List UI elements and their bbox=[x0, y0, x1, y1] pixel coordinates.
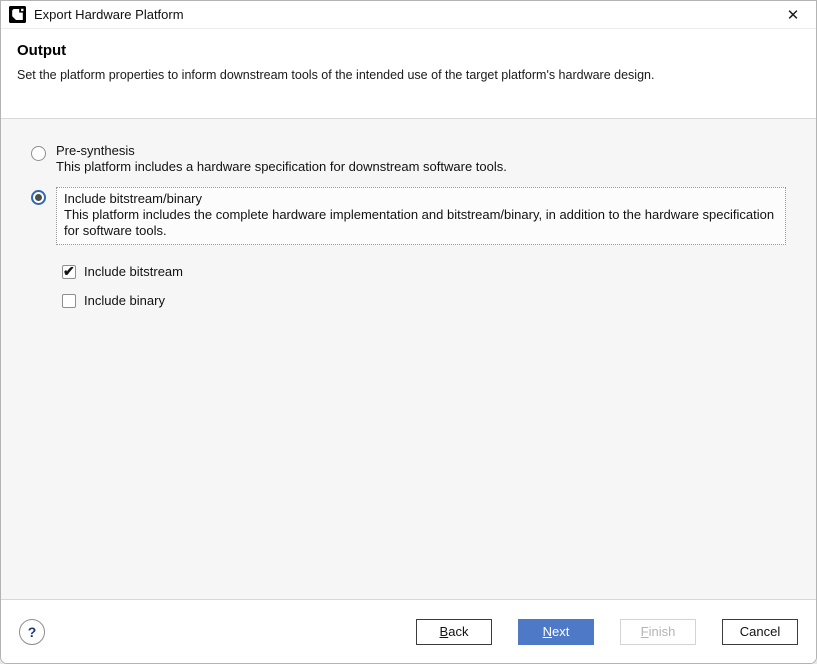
wizard-content: Pre-synthesis This platform includes a h… bbox=[1, 119, 816, 599]
option-label: Include bitstream/binary bbox=[64, 191, 777, 207]
checkbox-unchecked-icon[interactable]: ✔ bbox=[62, 294, 76, 308]
checkbox-group: ✔ Include bitstream ✔ Include binary bbox=[62, 264, 786, 308]
checkbox-checked-icon[interactable]: ✔ bbox=[62, 265, 76, 279]
option-description: This platform includes a hardware specif… bbox=[56, 159, 507, 175]
checkmark-icon: ✔ bbox=[63, 263, 75, 280]
footer-buttons: Back Next Finish Cancel bbox=[416, 619, 798, 645]
next-button[interactable]: Next bbox=[518, 619, 594, 645]
radio-option-include-bitstream-binary[interactable]: Include bitstream/binary This platform i… bbox=[31, 187, 786, 245]
radio-unselected-icon[interactable] bbox=[31, 146, 46, 161]
export-hardware-platform-dialog: Export Hardware Platform ✕ Output Set th… bbox=[0, 0, 817, 664]
wizard-header: Output Set the platform properties to in… bbox=[1, 29, 816, 119]
radio-selected-icon[interactable] bbox=[31, 190, 46, 205]
checkbox-include-binary[interactable]: ✔ Include binary bbox=[62, 293, 786, 308]
radio-option-pre-synthesis[interactable]: Pre-synthesis This platform includes a h… bbox=[31, 143, 786, 175]
question-mark-icon: ? bbox=[28, 624, 37, 640]
back-button[interactable]: Back bbox=[416, 619, 492, 645]
cancel-button[interactable]: Cancel bbox=[722, 619, 798, 645]
wizard-footer: ? Back Next Finish Cancel bbox=[1, 599, 816, 663]
option-texts: Pre-synthesis This platform includes a h… bbox=[56, 143, 507, 175]
close-icon[interactable]: ✕ bbox=[780, 3, 806, 27]
option-label: Pre-synthesis bbox=[56, 143, 507, 159]
finish-button[interactable]: Finish bbox=[620, 619, 696, 645]
vivado-logo-icon bbox=[9, 6, 26, 23]
checkbox-include-bitstream[interactable]: ✔ Include bitstream bbox=[62, 264, 786, 279]
help-button[interactable]: ? bbox=[19, 619, 45, 645]
selected-option-focus-box: Include bitstream/binary This platform i… bbox=[56, 187, 786, 245]
checkbox-label: Include binary bbox=[84, 293, 165, 308]
page-title: Output bbox=[17, 42, 800, 59]
window-title: Export Hardware Platform bbox=[34, 7, 184, 22]
checkbox-label: Include bitstream bbox=[84, 264, 183, 279]
titlebar: Export Hardware Platform ✕ bbox=[1, 1, 816, 29]
page-description: Set the platform properties to inform do… bbox=[17, 68, 800, 82]
option-description: This platform includes the complete hard… bbox=[64, 207, 777, 239]
